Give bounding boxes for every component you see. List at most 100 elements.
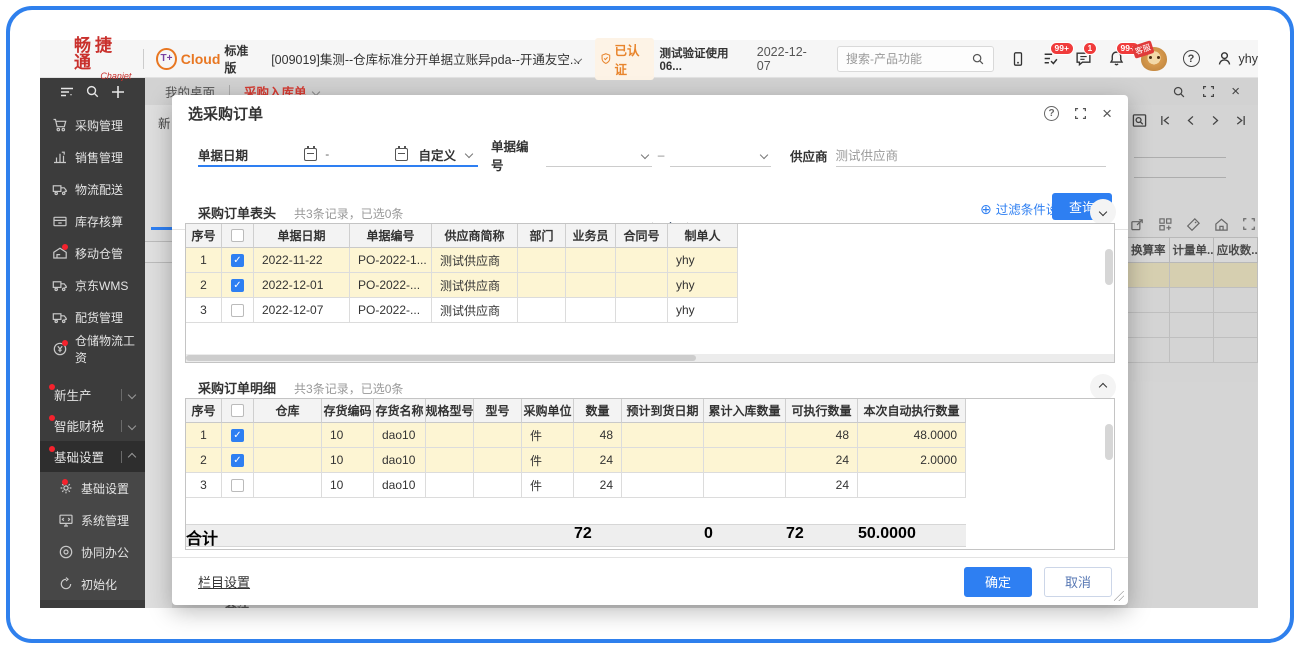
account-name[interactable]: [009019]集测--仓库标准分开单据立账异pda--开通友空... (271, 49, 571, 68)
supplier-filter[interactable]: 供应商 测试供应商 (790, 143, 1106, 167)
cell: 2022-12-07 (254, 298, 350, 323)
sidebar-item-京东WMS[interactable]: 京东WMS (40, 269, 145, 301)
dialog-maximize-icon[interactable] (1074, 107, 1087, 120)
docno-filter-label: 单据编号 (491, 136, 536, 174)
search-icon[interactable] (971, 52, 985, 66)
sidebar-item-配货管理[interactable]: 配货管理 (40, 301, 145, 333)
column-header: 规格型号 (426, 399, 474, 423)
fullscreen-icon[interactable] (1202, 85, 1215, 98)
select-all-checkbox[interactable] (231, 229, 244, 242)
last-record-icon[interactable] (1234, 114, 1247, 127)
sidebar-item-仓储物流工资[interactable]: 仓储物流工资 (40, 333, 145, 365)
user-button[interactable] (1216, 50, 1233, 67)
table-row[interactable]: 2✓2022-12-01PO-2022-...测试供应商yhy (186, 273, 1114, 298)
home-icon[interactable] (1214, 217, 1229, 232)
column-header: 业务员 (566, 224, 616, 248)
support-mascot[interactable]: 客服 (1141, 47, 1167, 71)
sidebar-item-协同办公[interactable]: 协同办公 (40, 536, 145, 568)
product-search-input[interactable]: 搜索-产品功能 (837, 46, 994, 72)
collapse-header-section-button[interactable] (1090, 199, 1116, 225)
todo-button[interactable]: 99+ (1042, 50, 1059, 67)
cell: 48 (574, 423, 622, 448)
device-icon (1010, 51, 1026, 67)
grid-add-icon[interactable] (1158, 217, 1173, 232)
tab-strip-actions: × (1172, 83, 1240, 100)
brand-name-cn: 畅捷通 (74, 37, 131, 71)
device-button[interactable] (1010, 51, 1026, 67)
tag-icon[interactable] (1186, 217, 1201, 232)
message-button[interactable]: 1 (1075, 50, 1092, 67)
column-settings-link[interactable]: 栏目设置 (198, 572, 250, 591)
sidebar-item-新生产[interactable]: 新生产 (40, 379, 145, 410)
docno-to-select[interactable] (670, 143, 771, 167)
sidebar-item-基础设置[interactable]: 基础设置 (40, 472, 145, 504)
cart-icon (52, 117, 68, 133)
group-chevron[interactable] (121, 389, 135, 401)
background-grid: 换算率 计量单... 应收数... (1128, 237, 1258, 363)
cell (426, 525, 474, 546)
row-checkbox[interactable]: ✓ (231, 454, 244, 467)
cell: 10 (322, 448, 374, 473)
sidebar-item-基础设置[interactable]: 基础设置 (40, 441, 145, 472)
resize-handle[interactable] (1114, 591, 1124, 601)
docno-from-select[interactable] (546, 143, 652, 167)
dialog-title-actions: ? × (1044, 105, 1112, 122)
column-header: 数量 (574, 399, 622, 423)
add-icon[interactable] (110, 84, 126, 100)
calendar-icon[interactable] (395, 148, 408, 161)
sidebar-item-移动仓管[interactable]: 移动仓管 (40, 237, 145, 269)
sidebar-item-销售管理[interactable]: 销售管理 (40, 141, 145, 173)
table-row[interactable]: 1✓10dao10件484848.0000 (186, 423, 1114, 448)
sidebar-item-初始化[interactable]: 初始化 (40, 568, 145, 600)
group-chevron[interactable] (121, 451, 135, 463)
cell: 测试供应商 (432, 273, 518, 298)
next-record-icon[interactable] (1209, 114, 1222, 127)
dialog-help-icon[interactable]: ? (1044, 106, 1059, 121)
sidebar-item-库存核算[interactable]: 库存核算 (40, 205, 145, 237)
row-checkbox[interactable]: ✓ (231, 279, 244, 292)
notification-button[interactable]: 99+ (1108, 50, 1125, 67)
red-dot-badge (49, 415, 55, 421)
column-header: 本次自动执行数量 (858, 399, 966, 423)
select-all-checkbox[interactable] (231, 404, 244, 417)
sidebar-item-系统管理[interactable]: 系统管理 (40, 504, 145, 536)
date-range-filter[interactable]: 单据日期 - 自定义 (198, 143, 478, 167)
calendar-icon[interactable] (304, 148, 317, 161)
prev-record-icon[interactable] (1184, 114, 1197, 127)
dialog-close-icon[interactable]: × (1102, 105, 1112, 122)
tab-search-icon[interactable] (1172, 85, 1186, 99)
cancel-button[interactable]: 取消 (1044, 567, 1112, 597)
close-icon[interactable]: × (1231, 83, 1240, 100)
docno-filter[interactable]: 单据编号 – (491, 143, 771, 167)
row-checkbox[interactable] (231, 304, 244, 317)
row-checkbox[interactable]: ✓ (231, 429, 244, 442)
expand-icon[interactable] (1242, 217, 1256, 231)
table-row[interactable]: 32022-12-07PO-2022-...测试供应商yhy (186, 298, 1114, 323)
row-checkbox[interactable] (231, 479, 244, 492)
sidebar-search-icon[interactable] (85, 84, 100, 99)
chevron-down-icon[interactable] (465, 150, 473, 158)
cell: dao10 (374, 473, 426, 498)
supplier-input[interactable]: 测试供应商 (836, 143, 1106, 167)
table-row[interactable]: 2✓10dao10件24242.0000 (186, 448, 1114, 473)
table-row[interactable]: 1✓2022-11-22PO-2022-1...测试供应商yhy (186, 248, 1114, 273)
table-row[interactable]: 310dao10件2424 (186, 473, 1114, 498)
help-button[interactable]: ? (1183, 50, 1200, 67)
ok-button[interactable]: 确定 (964, 567, 1032, 597)
sidebar-item-采购管理[interactable]: 采购管理 (40, 109, 145, 141)
first-record-icon[interactable] (1159, 114, 1172, 127)
date-mode-select[interactable]: 自定义 (418, 145, 456, 164)
sidebar-item-智能财税[interactable]: 智能财税 (40, 410, 145, 441)
menu-icon[interactable] (59, 84, 75, 100)
vertical-scrollbar[interactable] (1105, 249, 1113, 285)
group-chevron[interactable] (121, 420, 135, 432)
export-icon[interactable] (1130, 217, 1145, 232)
background-new-button: 新 (158, 113, 171, 132)
zoom-doc-icon[interactable] (1132, 113, 1147, 128)
horizontal-scrollbar[interactable] (186, 354, 1114, 362)
vertical-scrollbar[interactable] (1105, 424, 1113, 460)
username: yhy (1239, 52, 1258, 66)
sidebar-item-物流配送[interactable]: 物流配送 (40, 173, 145, 205)
collapse-detail-section-button[interactable] (1090, 374, 1116, 400)
row-checkbox[interactable]: ✓ (231, 254, 244, 267)
